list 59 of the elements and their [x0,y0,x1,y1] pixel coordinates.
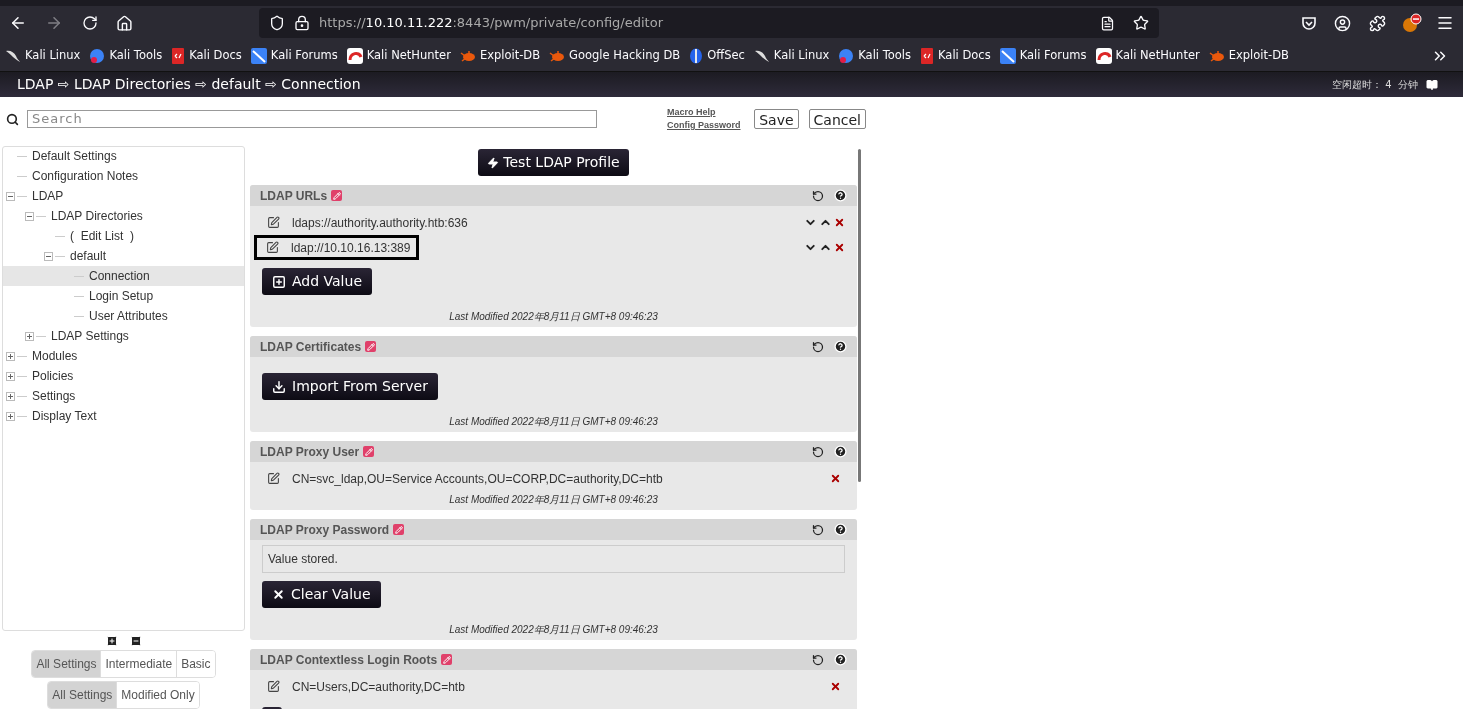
filter-option[interactable]: All Settings [48,682,117,708]
setting-title: LDAP Certificates [260,338,362,356]
tree-item[interactable]: LDAP Directories [3,206,244,226]
setting-title: LDAP URLs [260,187,328,205]
bookmark[interactable]: Kali Tools [838,46,912,65]
setting-title: LDAP Proxy Password [260,521,390,539]
value-text: CN=svc_ldap,OU=Service Accounts,OU=CORP,DC=authority,DC=htb [292,470,663,488]
bookmark[interactable]: Kali Forums [250,46,338,65]
clear-button[interactable]: Clear Value [262,581,381,608]
last-modified: Last Modified 2022年8月11日 GMT+8 09:46:23 [448,493,659,507]
bookmark[interactable]: Kali NetHunter [346,46,451,65]
idle-timeout: 空闲超时： 4 分钟 [1332,78,1418,92]
tree-item[interactable]: Configuration Notes [3,166,244,186]
bookmark[interactable]: Kali Docs [920,46,991,65]
setting-title: LDAP Contextless Login Roots [260,651,438,669]
last-modified: Last Modified 2022年8月11日 GMT+8 09:46:23 [448,415,659,429]
import-button[interactable]: Import From Server [262,373,438,400]
filter-option[interactable]: Basic [176,651,215,678]
bookmark[interactable]: Kali Tools [89,46,163,65]
address-bar[interactable]: https://10.10.11.222:8443/pwm/private/config/editor [259,8,1159,38]
bookmark[interactable]: Kali Forums [999,46,1087,65]
filter-option[interactable]: Modified Only [116,682,199,708]
bookmark[interactable]: Kali NetHunter [1095,46,1200,65]
save-button[interactable]: Save [754,109,799,129]
test-profile-button[interactable]: Test LDAP Profile [478,149,629,176]
cancel-button[interactable]: Cancel [808,109,866,129]
bookmark[interactable]: OffSec [689,46,745,65]
bookmark[interactable]: Kali Docs [171,46,242,65]
bookmark[interactable]: Kali Linux [5,46,81,65]
bookmark[interactable]: Exploit-DB [1208,46,1289,65]
setting-title: LDAP Proxy User [260,443,360,461]
last-modified: Last Modified 2022年8月11日 GMT+8 09:46:23 [448,623,659,637]
tree-item[interactable]: Connection [3,266,244,286]
tree-item[interactable]: Policies [3,366,244,386]
bookmark[interactable]: Google Hacking DB [549,46,681,65]
text-link[interactable]: Config Password [667,119,741,132]
tree-item[interactable]: default [3,246,244,266]
tree-item[interactable]: Login Setup [3,286,244,306]
bookmark[interactable]: Kali Linux [753,46,830,65]
tree-item[interactable]: User Attributes [3,306,244,326]
bookmark[interactable]: Exploit-DB [459,46,541,65]
tree-item[interactable]: LDAP [3,186,244,206]
value-text: ldaps://authority.authority.htb:636 [292,214,468,232]
text-link[interactable]: Macro Help [667,106,741,119]
filter-option[interactable]: All Settings [32,651,101,678]
url-text: https://10.10.11.222:8443/pwm/private/config/editor [319,14,663,33]
tree-item[interactable]: Display Text [3,406,244,426]
add-button[interactable]: Add Value [262,268,372,295]
value-text: ldap://10.10.16.13:389 [291,239,411,257]
tree-item[interactable]: ( Edit List ) [3,226,244,246]
tree-item[interactable]: Modules [3,346,244,366]
tree-item[interactable]: LDAP Settings [3,326,244,346]
breadcrumb: LDAP ⇨ LDAP Directories ⇨ default ⇨ Connection [17,75,361,94]
value-text: CN=Users,DC=authority,DC=htb [292,678,465,696]
value-field: Value stored. [262,545,845,573]
last-modified: Last Modified 2022年8月11日 GMT+8 09:46:23 [448,310,659,324]
tree-item[interactable]: Settings [3,386,244,406]
search-field[interactable]: Search [27,110,597,128]
tree-item[interactable]: Default Settings [3,146,244,166]
